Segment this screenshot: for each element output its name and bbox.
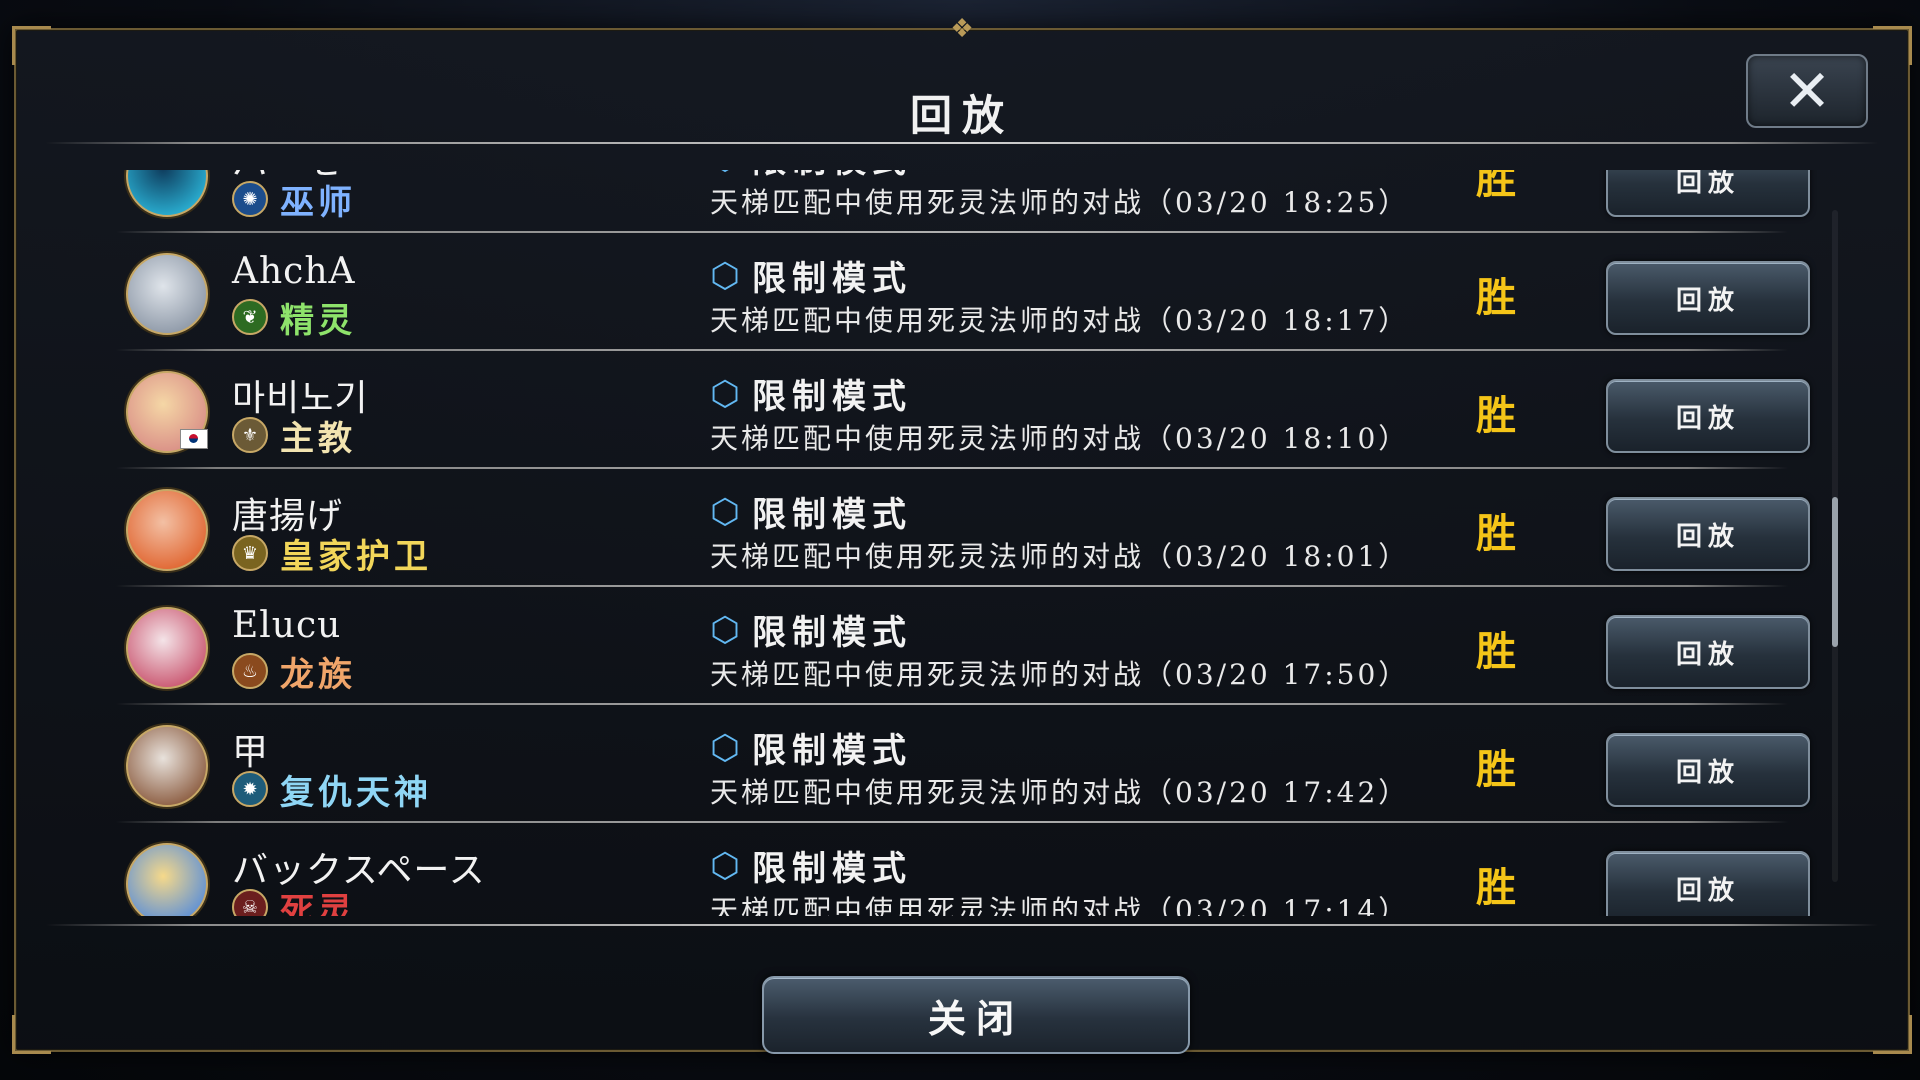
- class-name: 精灵: [280, 300, 356, 341]
- korea-flag-icon: [180, 429, 208, 449]
- match-description: 天梯匹配中使用死灵法师的对战（03/20 17:14）: [710, 894, 1410, 916]
- match-mode: ⬡ 限制模式: [706, 251, 912, 300]
- corner-ornament: [12, 26, 51, 65]
- crest-ornament-icon: ❖: [950, 14, 974, 44]
- rotation-mode-icon: ⬡: [710, 727, 740, 768]
- player-avatar: [126, 253, 208, 335]
- class-name: 复仇天神: [280, 772, 432, 813]
- match-mode: ⬡ 限制模式: [706, 723, 912, 772]
- class-icon: ⚜: [232, 417, 268, 453]
- match-result: 胜: [1476, 170, 1516, 203]
- match-description: 天梯匹配中使用死灵法师的对战（03/20 17:50）: [710, 658, 1410, 691]
- mode-name: 限制模式: [752, 377, 912, 417]
- class-icon: ☠: [232, 889, 268, 916]
- corner-ornament: [12, 1015, 51, 1054]
- match-description: 天梯匹配中使用死灵法师的对战（03/20 17:42）: [710, 776, 1410, 809]
- player-avatar: [126, 607, 208, 689]
- replay-row: Elucu ♨ 龙族 ⬡ 限制模式 天梯匹配中使用死灵法师的对战（03/20 1…: [16, 587, 1908, 705]
- close-icon: ✕: [1782, 57, 1832, 125]
- replay-list[interactable]: パーセ ✺ 巫师 ⬡ 限制模式 天梯匹配中使用死灵法师的对战（03/20 18:…: [16, 170, 1908, 916]
- replay-button[interactable]: 回放: [1606, 170, 1810, 217]
- match-result: 胜: [1476, 274, 1516, 321]
- replay-row: 마비노기 ⚜ 主教 ⬡ 限制模式 天梯匹配中使用死灵法师的对战（03/20 18…: [16, 351, 1908, 469]
- divider: [46, 924, 1878, 926]
- player-name: Elucu: [232, 605, 342, 646]
- corner-ornament: [1873, 26, 1912, 65]
- class-name: 死灵: [280, 890, 356, 917]
- replay-button[interactable]: 回放: [1606, 379, 1810, 453]
- rotation-mode-icon: ⬡: [706, 170, 744, 177]
- class-icon: ✺: [232, 181, 268, 217]
- class-icon: ✹: [232, 771, 268, 807]
- mode-name: 限制模式: [752, 731, 912, 771]
- match-result: 胜: [1476, 746, 1516, 793]
- rotation-mode-icon: ⬡: [710, 255, 740, 296]
- rotation-mode-icon: ⬡: [710, 373, 740, 414]
- match-mode: ⬡ 限制模式: [706, 841, 912, 890]
- player-name: バックスペース: [232, 850, 486, 891]
- replay-button[interactable]: 回放: [1606, 497, 1810, 571]
- match-result: 胜: [1476, 392, 1516, 439]
- player-name: 甲: [232, 732, 270, 773]
- rotation-mode-icon: ⬡: [710, 609, 740, 650]
- mode-name: 限制模式: [752, 849, 912, 889]
- class-name: 主教: [280, 418, 356, 459]
- player-class: ☠ 死灵: [232, 887, 356, 916]
- class-name: 皇家护卫: [280, 536, 432, 577]
- match-result: 胜: [1476, 510, 1516, 557]
- scrollbar-thumb[interactable]: [1832, 497, 1838, 647]
- dialog-title: 回放: [909, 91, 1014, 140]
- match-mode: ⬡ 限制模式: [706, 605, 912, 654]
- player-avatar: [126, 170, 208, 217]
- replay-dialog: ❖ 回放 ✕ パーセ ✺ 巫师 ⬡ 限制模式 天梯匹配中使用死灵法师的对战（03…: [12, 16, 1912, 1054]
- player-avatar: [126, 843, 208, 916]
- replay-button[interactable]: 回放: [1606, 851, 1810, 916]
- mode-name: 限制模式: [752, 495, 912, 535]
- replay-row: パーセ ✺ 巫师 ⬡ 限制模式 天梯匹配中使用死灵法师的对战（03/20 18:…: [16, 170, 1908, 233]
- class-icon: ❦: [232, 299, 268, 335]
- replay-row: 甲 ✹ 复仇天神 ⬡ 限制模式 天梯匹配中使用死灵法师的对战（03/20 17:…: [16, 705, 1908, 823]
- match-description: 天梯匹配中使用死灵法师的对战（03/20 18:25）: [710, 186, 1410, 219]
- player-name: AhchA: [232, 251, 356, 292]
- player-class: ♨ 龙族: [232, 651, 356, 695]
- player-class: ❦ 精灵: [232, 297, 356, 341]
- replay-button[interactable]: 回放: [1606, 615, 1810, 689]
- scrollbar[interactable]: [1832, 210, 1838, 882]
- divider: [46, 142, 1878, 144]
- player-class: ⚜ 主教: [232, 415, 356, 459]
- mode-name: 限制模式: [752, 259, 912, 299]
- mode-name: 限制模式: [752, 613, 912, 653]
- class-name: 龙族: [280, 654, 356, 695]
- player-avatar: [126, 725, 208, 807]
- class-icon: ♨: [232, 653, 268, 689]
- class-icon: ♛: [232, 535, 268, 571]
- match-mode: ⬡ 限制模式: [706, 487, 912, 536]
- replay-row: AhchA ❦ 精灵 ⬡ 限制模式 天梯匹配中使用死灵法师的对战（03/20 1…: [16, 233, 1908, 351]
- match-description: 天梯匹配中使用死灵法师的对战（03/20 18:10）: [710, 422, 1410, 455]
- match-mode: ⬡ 限制模式: [706, 369, 912, 418]
- match-result: 胜: [1476, 864, 1516, 911]
- player-class: ✺ 巫师: [232, 179, 356, 223]
- rotation-mode-icon: ⬡: [710, 491, 740, 532]
- close-x-button[interactable]: ✕: [1746, 54, 1868, 128]
- player-avatar: [126, 489, 208, 571]
- replay-button[interactable]: 回放: [1606, 261, 1810, 335]
- match-description: 天梯匹配中使用死灵法师的对战（03/20 18:01）: [710, 540, 1410, 573]
- close-button[interactable]: 关闭: [762, 976, 1190, 1054]
- player-class: ♛ 皇家护卫: [232, 533, 432, 577]
- replay-row: 唐揚げ ♛ 皇家护卫 ⬡ 限制模式 天梯匹配中使用死灵法师的对战（03/20 1…: [16, 469, 1908, 587]
- corner-ornament: [1873, 1015, 1912, 1054]
- player-class: ✹ 复仇天神: [232, 769, 432, 813]
- replay-button[interactable]: 回放: [1606, 733, 1810, 807]
- replay-row: バックスペース ☠ 死灵 ⬡ 限制模式 天梯匹配中使用死灵法师的对战（03/20…: [16, 823, 1908, 916]
- class-name: 巫师: [280, 182, 356, 223]
- match-description: 天梯匹配中使用死灵法师的对战（03/20 18:17）: [710, 304, 1410, 337]
- match-result: 胜: [1476, 628, 1516, 675]
- rotation-mode-icon: ⬡: [710, 845, 740, 886]
